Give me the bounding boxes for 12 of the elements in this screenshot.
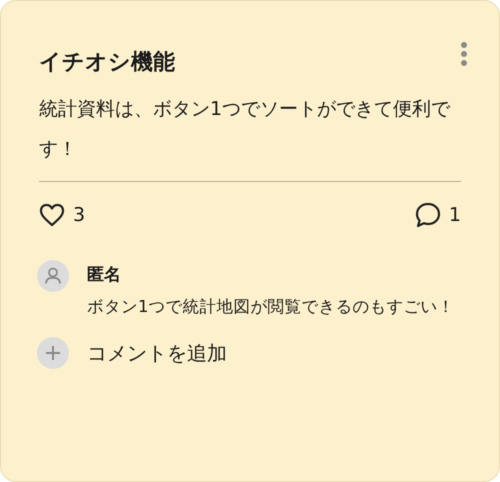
post-text: 統計資料は、ボタン1つでソートができて便利です！ xyxy=(39,97,452,162)
avatar-icon xyxy=(37,260,69,292)
more-options-icon[interactable] xyxy=(460,41,468,67)
comment-author: 匿名 xyxy=(87,264,122,287)
comment-text: ボタン1つで統計地図が閲覧できるのもすごい！ xyxy=(87,296,456,318)
card-title: イチオシ機能 xyxy=(39,49,176,77)
comment-count: 1 xyxy=(448,204,461,226)
like-count: 3 xyxy=(73,204,86,226)
heart-icon[interactable] xyxy=(39,203,65,227)
add-comment-link[interactable]: コメントを追加 xyxy=(87,340,227,366)
add-icon[interactable] xyxy=(37,337,69,369)
speech-bubble-icon[interactable] xyxy=(414,202,441,228)
